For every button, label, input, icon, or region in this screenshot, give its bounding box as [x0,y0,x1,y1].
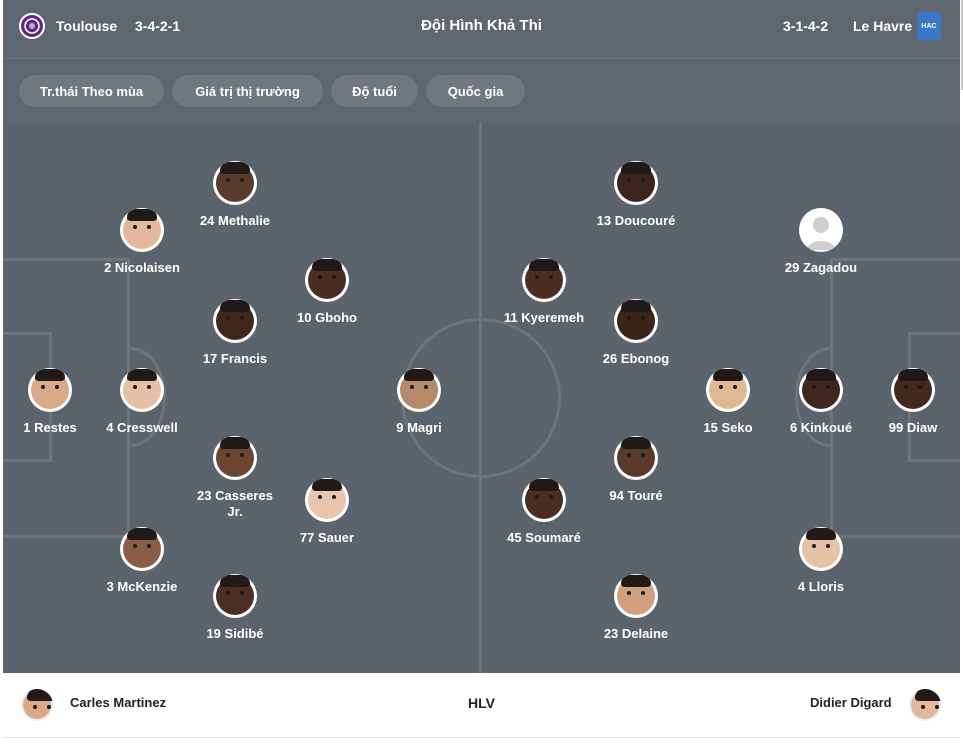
player-photo [123,209,161,249]
player-avatar[interactable] [614,299,658,343]
lineup-header: Toulouse 3-4-2-1 Đội Hình Khả Thi 3-1-4-… [3,0,960,58]
player-avatar[interactable] [120,527,164,571]
player-photo [709,369,747,409]
player-photo [617,575,655,615]
away-formation: 3-1-4-2 [783,18,829,34]
away-player-3[interactable]: 26 Ebonog [576,299,696,367]
away-coach-avatar[interactable] [909,689,941,721]
player-photo [216,300,254,340]
player-avatar[interactable] [799,368,843,412]
player-avatar[interactable] [213,299,257,343]
player-photo [123,369,161,409]
player-avatar[interactable] [522,478,566,522]
home-player-3[interactable]: 17 Francis [175,299,295,367]
player-photo [400,369,438,409]
player-name: 2 Nicolaisen [104,260,180,275]
tab-market-value[interactable]: Giá trị thị trường [172,75,323,107]
player-photo [617,162,655,202]
home-player-5[interactable]: 4 Cresswell [82,368,202,436]
player-name: 17 Francis [202,351,268,366]
player-avatar[interactable] [522,258,566,302]
player-name: 4 Lloris [797,579,845,594]
person-placeholder-icon [807,217,835,250]
away-team-name[interactable]: Le Havre [853,18,912,34]
player-avatar[interactable] [397,368,441,412]
pitch: 24 Methalie 2 Nicolaisen 10 Gboho 17 Franci… [3,122,960,673]
player-avatar[interactable] [213,436,257,480]
player-name: 99 Diaw [888,420,938,435]
home-player-8[interactable]: 77 Sauer [267,478,387,546]
away-coach-name[interactable]: Didier Digard [810,695,892,710]
tab-age[interactable]: Độ tuổi [331,75,418,107]
player-avatar[interactable] [799,208,843,252]
player-photo [525,259,563,299]
player-name: 23 Delaine [603,626,669,641]
away-player-10[interactable]: 23 Delaine [576,574,696,642]
player-avatar[interactable] [305,478,349,522]
away-player-0[interactable]: 13 Doucouré [576,161,696,229]
player-photo [216,575,254,615]
tab-country[interactable]: Quốc gia [426,75,525,107]
tab-season-form[interactable]: Tr.thái Theo mùa [19,75,164,107]
player-photo [525,479,563,519]
player-avatar[interactable] [799,527,843,571]
away-player-8[interactable]: 45 Soumaré [484,478,604,546]
player-avatar[interactable] [706,368,750,412]
away-logo-text: HAC [921,22,937,30]
player-photo [802,369,840,409]
player-photo [617,300,655,340]
player-photo [308,259,346,299]
player-avatar[interactable] [305,258,349,302]
player-name: 19 Sidibé [206,626,264,641]
coach-bar: Carles Martinez HLV Didier Digard [3,673,960,738]
player-photo [617,437,655,477]
player-photo [802,528,840,568]
le-havre-crest-icon[interactable]: HAC [917,12,941,40]
player-photo [894,369,932,409]
player-avatar[interactable] [120,368,164,412]
home-player-1[interactable]: 2 Nicolaisen [82,208,202,276]
away-player-9[interactable]: 4 Lloris [761,527,881,595]
home-player-6[interactable]: 9 Magri [359,368,479,436]
player-name: 26 Ebonog [602,351,670,366]
player-name: 9 Magri [396,420,442,435]
player-avatar[interactable] [614,436,658,480]
player-avatar[interactable] [213,161,257,205]
player-avatar[interactable] [614,574,658,618]
player-name: 13 Doucouré [596,213,676,228]
player-photo [31,369,69,409]
player-avatar[interactable] [213,574,257,618]
player-avatar[interactable] [891,368,935,412]
away-player-1[interactable]: 29 Zagadou [761,208,881,276]
player-avatar[interactable] [614,161,658,205]
player-photo [123,528,161,568]
player-name: 4 Cresswell [106,420,178,435]
player-name: 45 Soumaré [507,530,581,545]
player-avatar[interactable] [28,368,72,412]
home-player-10[interactable]: 19 Sidibé [175,574,295,642]
player-photo [216,162,254,202]
player-photo [216,437,254,477]
player-name: 77 Sauer [299,530,355,545]
lineup-widget: Toulouse 3-4-2-1 Đội Hình Khả Thi 3-1-4-… [0,0,963,753]
lineup-filter-tabs: Tr.thái Theo mùa Giá trị thị trường Độ t… [3,59,960,122]
player-name: 29 Zagadou [784,260,858,275]
away-player-6[interactable]: 99 Diaw [853,368,960,436]
player-avatar[interactable] [120,208,164,252]
player-photo [308,479,346,519]
